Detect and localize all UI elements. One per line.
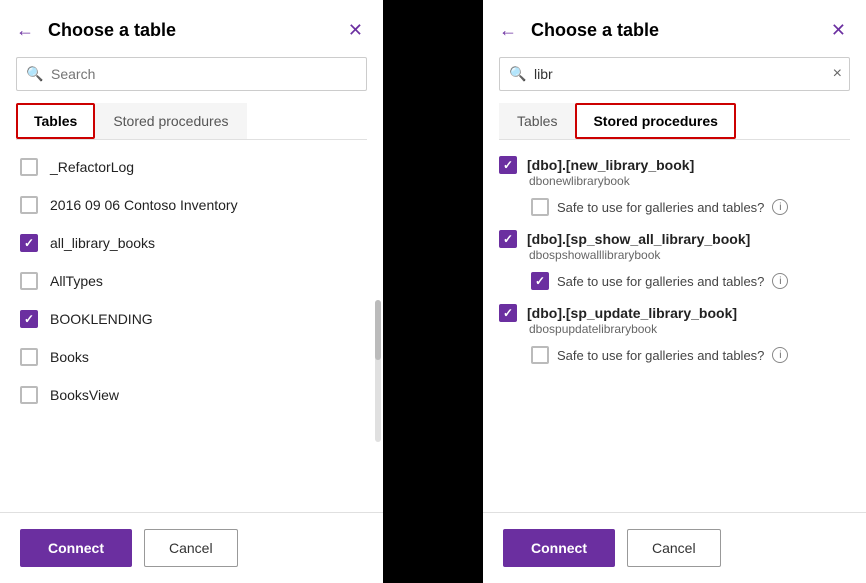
scrollbar-track: [375, 300, 381, 442]
panel-divider: [383, 0, 483, 583]
list-item[interactable]: 2016 09 06 Contoso Inventory: [0, 186, 383, 224]
checkbox-sp2[interactable]: [499, 230, 517, 248]
checkbox-booksview[interactable]: [20, 386, 38, 404]
checkbox-sp1[interactable]: [499, 156, 517, 174]
list-item[interactable]: Books: [0, 338, 383, 376]
sp-item-2-safe-row: Safe to use for galleries and tables? i: [483, 266, 866, 296]
right-search-box: 🔍 ×: [499, 57, 850, 91]
item-label-all-library: all_library_books: [50, 235, 155, 251]
list-item[interactable]: _RefactorLog: [0, 148, 383, 186]
checkbox-sp2-safe[interactable]: [531, 272, 549, 290]
item-label-alltypes: AllTypes: [50, 273, 103, 289]
sp-item-1-safe-row: Safe to use for galleries and tables? i: [483, 192, 866, 222]
left-back-arrow[interactable]: ←: [16, 20, 34, 41]
right-connect-button[interactable]: Connect: [503, 529, 615, 567]
sp-item-3-header[interactable]: [dbo].[sp_update_library_book]: [499, 304, 850, 322]
right-panel-title: Choose a table: [531, 20, 817, 41]
right-search-icon: 🔍: [509, 66, 526, 83]
left-tabs: Tables Stored procedures: [16, 103, 367, 140]
item-label-books: Books: [50, 349, 89, 365]
checkbox-contoso[interactable]: [20, 196, 38, 214]
list-item[interactable]: AllTypes: [0, 262, 383, 300]
sp-item-1-header[interactable]: [dbo].[new_library_book]: [499, 156, 850, 174]
left-search-input[interactable]: [16, 57, 367, 91]
item-label-contoso: 2016 09 06 Contoso Inventory: [50, 197, 238, 213]
checkbox-alltypes[interactable]: [20, 272, 38, 290]
left-items-list: _RefactorLog 2016 09 06 Contoso Inventor…: [0, 140, 383, 512]
sp-item-2-sub: dbospshowalllibrarybook: [529, 248, 850, 262]
right-close-button[interactable]: ✕: [827, 18, 850, 43]
sp-item-2: [dbo].[sp_show_all_library_book] dbospsh…: [483, 222, 866, 266]
left-panel: ← Choose a table ✕ 🔍 Tables Stored proce…: [0, 0, 383, 583]
item-label-refactorlog: _RefactorLog: [50, 159, 134, 175]
sp-item-2-info-icon[interactable]: i: [772, 273, 788, 289]
sp-item-2-safe-label: Safe to use for galleries and tables?: [557, 274, 764, 289]
left-search-icon: 🔍: [26, 66, 43, 83]
right-panel-footer: Connect Cancel: [483, 512, 866, 583]
left-tab-tables[interactable]: Tables: [16, 103, 95, 139]
checkbox-booklending[interactable]: [20, 310, 38, 328]
checkbox-sp3-safe[interactable]: [531, 346, 549, 364]
sp-item-3: [dbo].[sp_update_library_book] dbospupda…: [483, 296, 866, 340]
right-back-arrow[interactable]: ←: [499, 20, 517, 41]
sp-item-2-name: [dbo].[sp_show_all_library_book]: [527, 231, 750, 247]
right-tab-stored-procedures[interactable]: Stored procedures: [575, 103, 735, 139]
left-panel-footer: Connect Cancel: [0, 512, 383, 583]
sp-item-3-safe-row: Safe to use for galleries and tables? i: [483, 340, 866, 370]
list-item[interactable]: BooksView: [0, 376, 383, 414]
right-tab-tables[interactable]: Tables: [499, 103, 575, 139]
checkbox-books[interactable]: [20, 348, 38, 366]
sp-item-1-safe-label: Safe to use for galleries and tables?: [557, 200, 764, 215]
item-label-booksview: BooksView: [50, 387, 119, 403]
left-tab-stored-procedures[interactable]: Stored procedures: [95, 103, 246, 139]
checkbox-all-library[interactable]: [20, 234, 38, 252]
left-cancel-button[interactable]: Cancel: [144, 529, 238, 567]
right-panel-header: ← Choose a table ✕: [483, 0, 866, 57]
sp-item-2-header[interactable]: [dbo].[sp_show_all_library_book]: [499, 230, 850, 248]
item-label-booklending: BOOKLENDING: [50, 311, 153, 327]
sp-item-1: [dbo].[new_library_book] dbonewlibrarybo…: [483, 148, 866, 192]
checkbox-refactorlog[interactable]: [20, 158, 38, 176]
sp-item-3-sub: dbospupdatelibrarybook: [529, 322, 850, 336]
checkbox-sp1-safe[interactable]: [531, 198, 549, 216]
right-cancel-button[interactable]: Cancel: [627, 529, 721, 567]
right-tabs: Tables Stored procedures: [499, 103, 850, 140]
sp-item-1-info-icon[interactable]: i: [772, 199, 788, 215]
left-connect-button[interactable]: Connect: [20, 529, 132, 567]
checkbox-sp3[interactable]: [499, 304, 517, 322]
list-item[interactable]: all_library_books: [0, 224, 383, 262]
left-panel-header: ← Choose a table ✕: [0, 0, 383, 57]
sp-item-3-name: [dbo].[sp_update_library_book]: [527, 305, 737, 321]
scrollbar-thumb[interactable]: [375, 300, 381, 360]
left-panel-title: Choose a table: [48, 20, 334, 41]
right-items-list: [dbo].[new_library_book] dbonewlibrarybo…: [483, 140, 866, 512]
right-search-clear-button[interactable]: ×: [833, 65, 842, 83]
sp-item-1-name: [dbo].[new_library_book]: [527, 157, 694, 173]
list-item[interactable]: BOOKLENDING: [0, 300, 383, 338]
left-close-button[interactable]: ✕: [344, 18, 367, 43]
sp-item-1-sub: dbonewlibrarybook: [529, 174, 850, 188]
sp-item-3-safe-label: Safe to use for galleries and tables?: [557, 348, 764, 363]
sp-item-3-info-icon[interactable]: i: [772, 347, 788, 363]
right-search-input[interactable]: [499, 57, 850, 91]
left-search-box: 🔍: [16, 57, 367, 91]
right-panel: ← Choose a table ✕ 🔍 × Tables Stored pro…: [483, 0, 866, 583]
